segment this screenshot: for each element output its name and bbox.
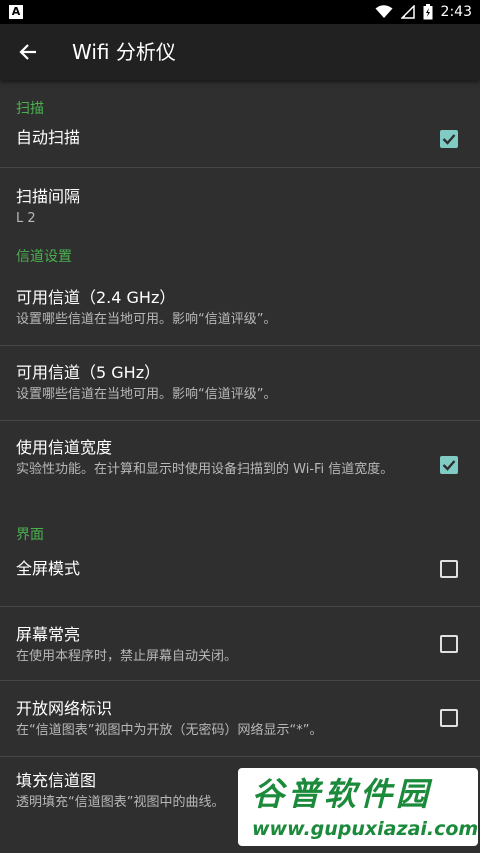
pref-open-network-marker[interactable]: 开放网络标识 在“信道图表”视图中为开放（无密码）网络显示“*”。 bbox=[0, 681, 480, 757]
pref-title: 可用信道（5 GHz） bbox=[16, 363, 161, 382]
pref-summary: 在“信道图表”视图中为开放（无密码）网络显示“*”。 bbox=[16, 723, 323, 738]
status-time: 2:43 bbox=[440, 4, 472, 20]
category-channel-settings: 信道设置 bbox=[16, 249, 72, 265]
category-interface: 界面 bbox=[16, 527, 44, 543]
pref-summary: 在使用本程序时，禁止屏幕自动关闭。 bbox=[16, 649, 238, 664]
settings-list[interactable]: 扫描 自动扫描 扫描间隔 L 2 信道设置 可用信道（2.4 GHz） 设置哪些… bbox=[0, 80, 480, 853]
watermark-url: www.gupuxiazai.com bbox=[252, 818, 478, 840]
battery-icon bbox=[423, 4, 433, 20]
watermark-text: 谷普软件园 bbox=[252, 775, 433, 813]
pref-scan-interval[interactable]: 扫描间隔 L 2 bbox=[0, 168, 480, 242]
pref-title: 屏幕常亮 bbox=[16, 625, 81, 644]
pref-summary: 设置哪些信道在当地可用。影响“信道评级”。 bbox=[16, 387, 277, 402]
pref-summary: 设置哪些信道在当地可用。影响“信道评级”。 bbox=[16, 312, 277, 327]
pref-title: 开放网络标识 bbox=[16, 699, 113, 718]
pref-title: 扫描间隔 bbox=[16, 187, 81, 206]
pref-channel-width[interactable]: 使用信道宽度 实验性功能。在计算和显示时使用设备扫描到的 Wi-Fi 信道宽度。 bbox=[0, 421, 480, 511]
fullscreen-checkbox[interactable] bbox=[440, 560, 458, 578]
pref-fullscreen[interactable]: 全屏模式 bbox=[0, 549, 480, 607]
page-title: Wifi 分析仪 bbox=[72, 40, 176, 64]
app-bar: Wifi 分析仪 bbox=[0, 24, 480, 80]
pref-title: 可用信道（2.4 GHz） bbox=[16, 288, 176, 307]
notification-icon: A bbox=[9, 5, 23, 19]
back-button[interactable] bbox=[10, 34, 46, 70]
pref-title: 全屏模式 bbox=[16, 559, 81, 578]
category-scan: 扫描 bbox=[16, 101, 44, 117]
check-icon bbox=[442, 460, 456, 471]
status-icons: 2:43 bbox=[375, 0, 472, 24]
check-icon bbox=[442, 134, 456, 145]
arrow-back-icon bbox=[19, 44, 36, 60]
pref-summary: 实验性功能。在计算和显示时使用设备扫描到的 Wi-Fi 信道宽度。 bbox=[16, 462, 394, 477]
status-bar: A 2:43 bbox=[0, 0, 480, 24]
open-network-marker-checkbox[interactable] bbox=[440, 709, 458, 727]
pref-summary: L 2 bbox=[16, 211, 36, 226]
wifi-icon bbox=[375, 5, 393, 18]
pref-channels-24ghz[interactable]: 可用信道（2.4 GHz） 设置哪些信道在当地可用。影响“信道评级”。 bbox=[0, 280, 480, 346]
watermark-logo: 谷普软件园 www.gupuxiazai.com bbox=[238, 768, 478, 846]
keep-screen-on-checkbox[interactable] bbox=[440, 635, 458, 653]
channel-width-checkbox[interactable] bbox=[440, 456, 458, 474]
pref-channels-5ghz[interactable]: 可用信道（5 GHz） 设置哪些信道在当地可用。影响“信道评级”。 bbox=[0, 346, 480, 421]
pref-title: 自动扫描 bbox=[16, 128, 81, 147]
pref-keep-screen-on[interactable]: 屏幕常亮 在使用本程序时，禁止屏幕自动关闭。 bbox=[0, 607, 480, 681]
signal-icon bbox=[400, 5, 415, 19]
pref-auto-scan[interactable]: 自动扫描 bbox=[0, 128, 480, 168]
auto-scan-checkbox[interactable] bbox=[440, 130, 458, 148]
pref-title: 使用信道宽度 bbox=[16, 438, 113, 457]
